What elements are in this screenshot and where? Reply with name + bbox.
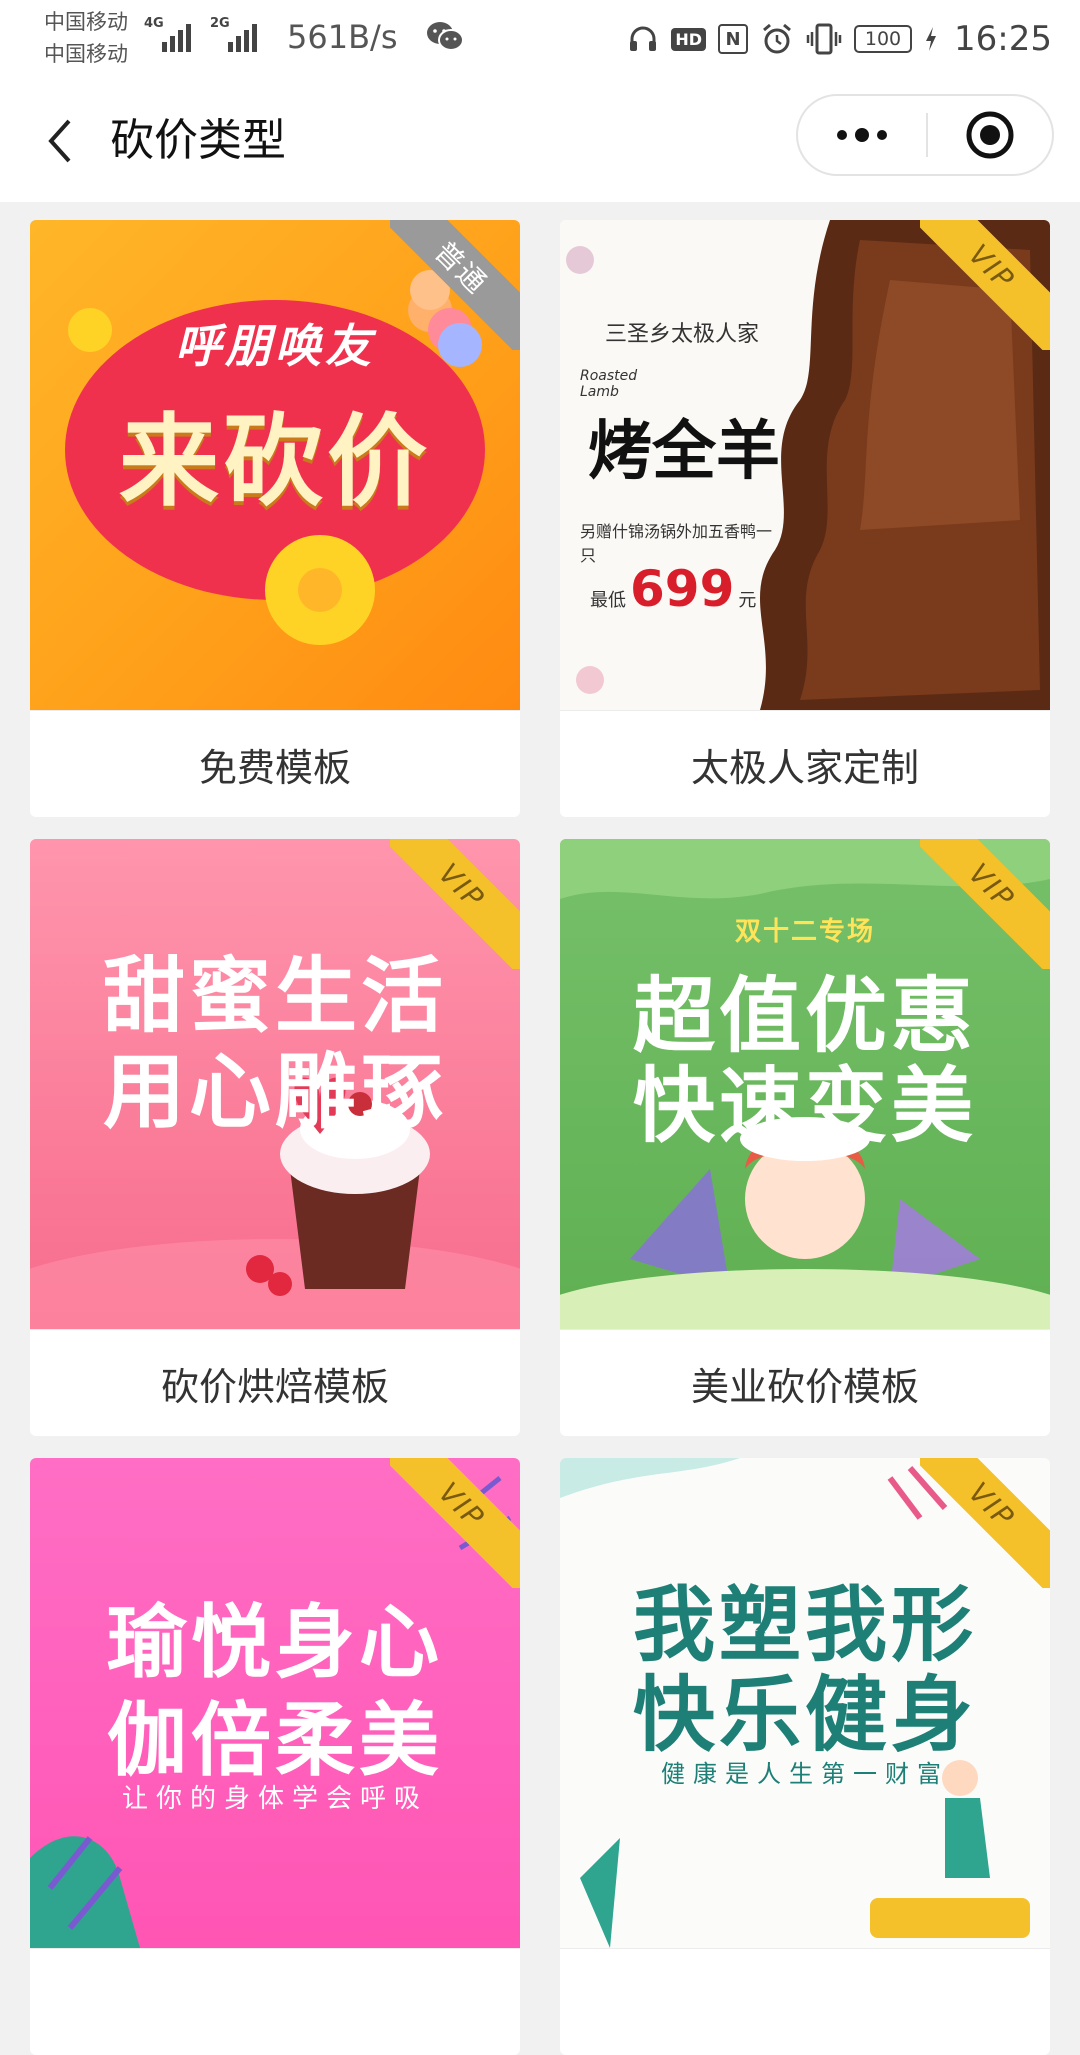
template-label: 免费模板	[30, 710, 520, 817]
template-thumbnail: 呼朋唤友 来砍价 普通	[30, 220, 520, 710]
dish-name: 烤全羊	[588, 415, 780, 489]
template-card[interactable]: 瑜悦身心 伽倍柔美 让你的身体学会呼吸 VIP	[30, 1458, 520, 2055]
headset-icon	[630, 26, 657, 51]
price-unit: 元	[738, 590, 757, 611]
chevron-left-icon	[48, 119, 71, 163]
template-card[interactable]: 呼朋唤友 来砍价 普通 免费模板	[30, 220, 520, 817]
vibrate-icon	[806, 23, 842, 55]
badge-ribbon: 普通	[390, 220, 520, 350]
target-close-icon	[966, 111, 1014, 159]
template-thumbnail: 我塑我形 快乐健身 健康是人生第一财富 VIP	[560, 1458, 1050, 1948]
badge-normal: 普通	[390, 220, 520, 350]
promo-headline-2: 快乐健身	[632, 1668, 977, 1763]
badge-ribbon: VIP	[920, 839, 1050, 969]
mini-program-capsule	[796, 94, 1054, 176]
promo-text: 另赠什锦汤锅外加五香鸭一只	[580, 522, 773, 565]
badge-vip: VIP	[920, 839, 1050, 969]
promo-headline-2: 伽倍柔美	[107, 1694, 443, 1787]
back-button[interactable]	[30, 108, 90, 174]
badge-ribbon: VIP	[920, 220, 1050, 350]
badge-ribbon: VIP	[920, 1458, 1050, 1588]
status-bar: 中国移动 中国移动 4G 2G 561B/s HD N 100 16:25	[0, 0, 1080, 80]
wechat-icon	[427, 22, 464, 51]
carrier-labels: 中国移动 中国移动	[44, 6, 128, 70]
dish-english: Roasted Lamb	[580, 368, 638, 400]
template-card[interactable]: 甜蜜生活 用心雕琢 VIP 砍价烘焙模板	[30, 839, 520, 1436]
network-type-2: 2G	[210, 16, 230, 31]
nfc-icon: N	[718, 24, 749, 54]
promo-headline-2: 快速变美	[632, 1059, 977, 1154]
hd-icon: HD	[671, 27, 707, 51]
badge-vip: VIP	[920, 220, 1050, 350]
template-thumbnail: 双十二专场 超值优惠 快速变美 VIP	[560, 839, 1050, 1329]
template-card[interactable]: 我塑我形 快乐健身 健康是人生第一财富 VIP	[560, 1458, 1050, 2055]
badge-vip: VIP	[920, 1458, 1050, 1588]
charging-icon	[926, 27, 937, 51]
network-speed: 561B/s	[287, 18, 398, 56]
promo-headline-2: 来砍价	[119, 403, 431, 520]
carrier-2: 中国移动	[44, 42, 128, 66]
price-value: 699	[630, 560, 735, 618]
status-icons: HD N 100 16:25	[627, 14, 1052, 64]
template-card[interactable]: 三圣乡太极人家 Roasted Lamb 烤全羊 另赠什锦汤锅外加五香鸭一只 最…	[560, 220, 1050, 817]
badge-ribbon: VIP	[390, 839, 520, 969]
carrier-1: 中国移动	[44, 10, 128, 34]
signal-icon	[162, 18, 191, 52]
template-thumbnail: 三圣乡太极人家 Roasted Lamb 烤全羊 另赠什锦汤锅外加五香鸭一只 最…	[560, 220, 1050, 710]
template-label: 太极人家定制	[560, 710, 1050, 817]
badge-vip: VIP	[390, 839, 520, 969]
brand-name: 三圣乡太极人家	[605, 322, 760, 347]
badge-ribbon: VIP	[390, 1458, 520, 1588]
signal-icon	[228, 18, 257, 52]
price-prefix: 最低	[590, 590, 626, 611]
promo-subtitle: 让你的身体学会呼吸	[121, 1784, 428, 1814]
close-button[interactable]	[928, 96, 1052, 174]
alarm-icon	[763, 23, 791, 54]
battery-icon: 100	[854, 25, 913, 53]
template-card[interactable]: 双十二专场 超值优惠 快速变美 VIP 美业砍价模板	[560, 839, 1050, 1436]
clock: 16:25	[954, 19, 1052, 59]
more-dots-icon	[837, 128, 887, 142]
nav-bar: 砍价类型	[0, 80, 1080, 202]
template-label	[30, 1948, 520, 2055]
template-thumbnail: 瑜悦身心 伽倍柔美 让你的身体学会呼吸 VIP	[30, 1458, 520, 1948]
network-type-1: 4G	[144, 16, 164, 31]
template-thumbnail: 甜蜜生活 用心雕琢 VIP	[30, 839, 520, 1329]
template-grid: 呼朋唤友 来砍价 普通 免费模板 三圣乡太极人家 Roasted Lamb 烤全…	[30, 220, 1050, 2055]
page-title: 砍价类型	[110, 115, 286, 166]
template-label	[560, 1948, 1050, 2055]
template-label: 美业砍价模板	[560, 1329, 1050, 1436]
promo-headline-2: 用心雕琢	[102, 1045, 447, 1140]
more-button[interactable]	[798, 96, 926, 174]
promo-subtitle: 健康是人生第一财富	[661, 1760, 949, 1788]
badge-vip: VIP	[390, 1458, 520, 1588]
price-tag: 最低 699 元	[590, 560, 756, 618]
template-label: 砍价烘焙模板	[30, 1329, 520, 1436]
